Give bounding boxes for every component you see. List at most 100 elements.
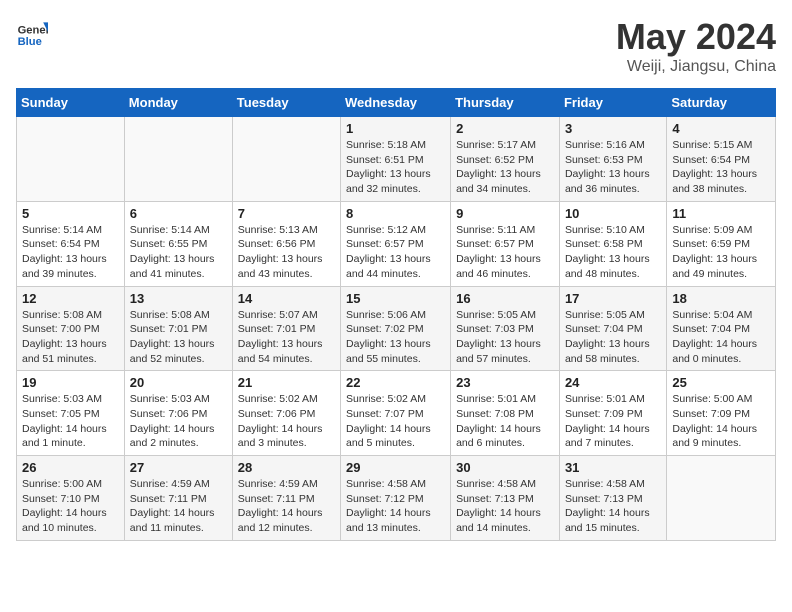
calendar-header-row: SundayMondayTuesdayWednesdayThursdayFrid…: [17, 89, 776, 117]
calendar-week-row: 26Sunrise: 5:00 AMSunset: 7:10 PMDayligh…: [17, 456, 776, 541]
day-number: 1: [346, 121, 445, 136]
day-number: 11: [672, 206, 770, 221]
day-number: 6: [130, 206, 227, 221]
day-number: 18: [672, 291, 770, 306]
day-info: Sunrise: 5:05 AMSunset: 7:04 PMDaylight:…: [565, 308, 661, 367]
calendar-cell: [17, 117, 125, 202]
calendar-cell: 1 Sunrise: 5:18 AMSunset: 6:51 PMDaylight…: [341, 117, 451, 202]
calendar-cell: 2 Sunrise: 5:17 AMSunset: 6:52 PMDaylight…: [451, 117, 560, 202]
col-header-sunday: Sunday: [17, 89, 125, 117]
calendar-cell: 26Sunrise: 5:00 AMSunset: 7:10 PMDayligh…: [17, 456, 125, 541]
calendar-cell: 7Sunrise: 5:13 AMSunset: 6:56 PMDaylight…: [232, 201, 340, 286]
day-number: 31: [565, 460, 661, 475]
day-number: 12: [22, 291, 119, 306]
svg-text:General: General: [18, 25, 48, 37]
day-number: 24: [565, 375, 661, 390]
calendar-week-row: 12 Sunrise: 5:08 AMSunset: 7:00 PMDayligh…: [17, 286, 776, 371]
day-number: 10: [565, 206, 661, 221]
day-info: Sunrise: 4:59 AMSunset: 7:11 PMDaylight:…: [130, 477, 227, 536]
col-header-monday: Monday: [124, 89, 232, 117]
day-info: Sunrise: 5:04 AMSunset: 7:04 PMDaylight:…: [672, 308, 770, 367]
day-number: 3: [565, 121, 661, 136]
col-header-saturday: Saturday: [667, 89, 776, 117]
calendar-cell: 9Sunrise: 5:11 AMSunset: 6:57 PMDaylight…: [451, 201, 560, 286]
day-number: 5: [22, 206, 119, 221]
calendar-cell: 24 Sunrise: 5:01 AMSunset: 7:09 PMDayligh…: [559, 371, 666, 456]
day-info: Sunrise: 4:58 AMSunset: 7:13 PMDaylight:…: [565, 477, 661, 536]
day-info: Sunrise: 5:03 AMSunset: 7:05 PMDaylight:…: [22, 392, 119, 451]
day-number: 14: [238, 291, 335, 306]
day-info: Sunrise: 5:05 AMSunset: 7:03 PMDaylight:…: [456, 308, 554, 367]
day-info: Sunrise: 5:16 AMSunset: 6:53 PMDaylight:…: [565, 138, 661, 197]
day-info: Sunrise: 5:10 AMSunset: 6:58 PMDaylight:…: [565, 223, 661, 282]
calendar-cell: 8 Sunrise: 5:12 AMSunset: 6:57 PMDaylight…: [341, 201, 451, 286]
day-info: Sunrise: 5:12 AMSunset: 6:57 PMDaylight:…: [346, 223, 445, 282]
day-number: 2: [456, 121, 554, 136]
location-title: Weiji, Jiangsu, China: [616, 58, 776, 76]
day-number: 25: [672, 375, 770, 390]
day-number: 23: [456, 375, 554, 390]
col-header-tuesday: Tuesday: [232, 89, 340, 117]
day-info: Sunrise: 5:08 AMSunset: 7:01 PMDaylight:…: [130, 308, 227, 367]
day-info: Sunrise: 5:09 AMSunset: 6:59 PMDaylight:…: [672, 223, 770, 282]
calendar-cell: 12 Sunrise: 5:08 AMSunset: 7:00 PMDayligh…: [17, 286, 125, 371]
day-info: Sunrise: 5:18 AMSunset: 6:51 PMDaylight:…: [346, 138, 445, 197]
day-number: 30: [456, 460, 554, 475]
day-info: Sunrise: 5:02 AMSunset: 7:07 PMDaylight:…: [346, 392, 445, 451]
day-number: 22: [346, 375, 445, 390]
day-info: Sunrise: 4:59 AMSunset: 7:11 PMDaylight:…: [238, 477, 335, 536]
calendar-cell: 19 Sunrise: 5:03 AMSunset: 7:05 PMDayligh…: [17, 371, 125, 456]
day-info: Sunrise: 5:14 AMSunset: 6:54 PMDaylight:…: [22, 223, 119, 282]
calendar-cell: 18 Sunrise: 5:04 AMSunset: 7:04 PMDayligh…: [667, 286, 776, 371]
day-info: Sunrise: 5:01 AMSunset: 7:09 PMDaylight:…: [565, 392, 661, 451]
calendar-cell: 20 Sunrise: 5:03 AMSunset: 7:06 PMDayligh…: [124, 371, 232, 456]
calendar-week-row: 1 Sunrise: 5:18 AMSunset: 6:51 PMDaylight…: [17, 117, 776, 202]
day-number: 26: [22, 460, 119, 475]
calendar-cell: 5 Sunrise: 5:14 AMSunset: 6:54 PMDaylight…: [17, 201, 125, 286]
day-number: 15: [346, 291, 445, 306]
calendar-cell: 28 Sunrise: 4:59 AMSunset: 7:11 PMDayligh…: [232, 456, 340, 541]
calendar-week-row: 5 Sunrise: 5:14 AMSunset: 6:54 PMDaylight…: [17, 201, 776, 286]
day-number: 19: [22, 375, 119, 390]
calendar-cell: 27Sunrise: 4:59 AMSunset: 7:11 PMDayligh…: [124, 456, 232, 541]
day-info: Sunrise: 5:15 AMSunset: 6:54 PMDaylight:…: [672, 138, 770, 197]
day-info: Sunrise: 5:14 AMSunset: 6:55 PMDaylight:…: [130, 223, 227, 282]
day-number: 7: [238, 206, 335, 221]
day-info: Sunrise: 5:00 AMSunset: 7:09 PMDaylight:…: [672, 392, 770, 451]
calendar-cell: 15Sunrise: 5:06 AMSunset: 7:02 PMDayligh…: [341, 286, 451, 371]
calendar-cell: 30 Sunrise: 4:58 AMSunset: 7:13 PMDayligh…: [451, 456, 560, 541]
day-info: Sunrise: 5:03 AMSunset: 7:06 PMDaylight:…: [130, 392, 227, 451]
calendar-cell: 23 Sunrise: 5:01 AMSunset: 7:08 PMDayligh…: [451, 371, 560, 456]
day-number: 17: [565, 291, 661, 306]
day-info: Sunrise: 5:17 AMSunset: 6:52 PMDaylight:…: [456, 138, 554, 197]
calendar-cell: 4 Sunrise: 5:15 AMSunset: 6:54 PMDaylight…: [667, 117, 776, 202]
day-number: 28: [238, 460, 335, 475]
month-title: May 2024: [616, 16, 776, 58]
header: General Blue May 2024 Weiji, Jiangsu, Ch…: [16, 16, 776, 76]
calendar-cell: 25 Sunrise: 5:00 AMSunset: 7:09 PMDayligh…: [667, 371, 776, 456]
calendar-table: SundayMondayTuesdayWednesdayThursdayFrid…: [16, 88, 776, 541]
calendar-cell: 11 Sunrise: 5:09 AMSunset: 6:59 PMDayligh…: [667, 201, 776, 286]
day-info: Sunrise: 5:01 AMSunset: 7:08 PMDaylight:…: [456, 392, 554, 451]
calendar-cell: 17 Sunrise: 5:05 AMSunset: 7:04 PMDayligh…: [559, 286, 666, 371]
day-number: 4: [672, 121, 770, 136]
day-number: 20: [130, 375, 227, 390]
calendar-cell: 22 Sunrise: 5:02 AMSunset: 7:07 PMDayligh…: [341, 371, 451, 456]
logo-icon: General Blue: [16, 16, 48, 48]
calendar-cell: 16Sunrise: 5:05 AMSunset: 7:03 PMDayligh…: [451, 286, 560, 371]
day-number: 29: [346, 460, 445, 475]
calendar-cell: 6 Sunrise: 5:14 AMSunset: 6:55 PMDaylight…: [124, 201, 232, 286]
day-info: Sunrise: 4:58 AMSunset: 7:12 PMDaylight:…: [346, 477, 445, 536]
day-number: 8: [346, 206, 445, 221]
col-header-thursday: Thursday: [451, 89, 560, 117]
calendar-cell: 14Sunrise: 5:07 AMSunset: 7:01 PMDayligh…: [232, 286, 340, 371]
day-info: Sunrise: 4:58 AMSunset: 7:13 PMDaylight:…: [456, 477, 554, 536]
day-info: Sunrise: 5:02 AMSunset: 7:06 PMDaylight:…: [238, 392, 335, 451]
calendar-cell: 21Sunrise: 5:02 AMSunset: 7:06 PMDayligh…: [232, 371, 340, 456]
title-area: May 2024 Weiji, Jiangsu, China: [616, 16, 776, 76]
calendar-cell: 13Sunrise: 5:08 AMSunset: 7:01 PMDayligh…: [124, 286, 232, 371]
calendar-cell: 29 Sunrise: 4:58 AMSunset: 7:12 PMDayligh…: [341, 456, 451, 541]
calendar-cell: [667, 456, 776, 541]
day-info: Sunrise: 5:08 AMSunset: 7:00 PMDaylight:…: [22, 308, 119, 367]
day-number: 9: [456, 206, 554, 221]
